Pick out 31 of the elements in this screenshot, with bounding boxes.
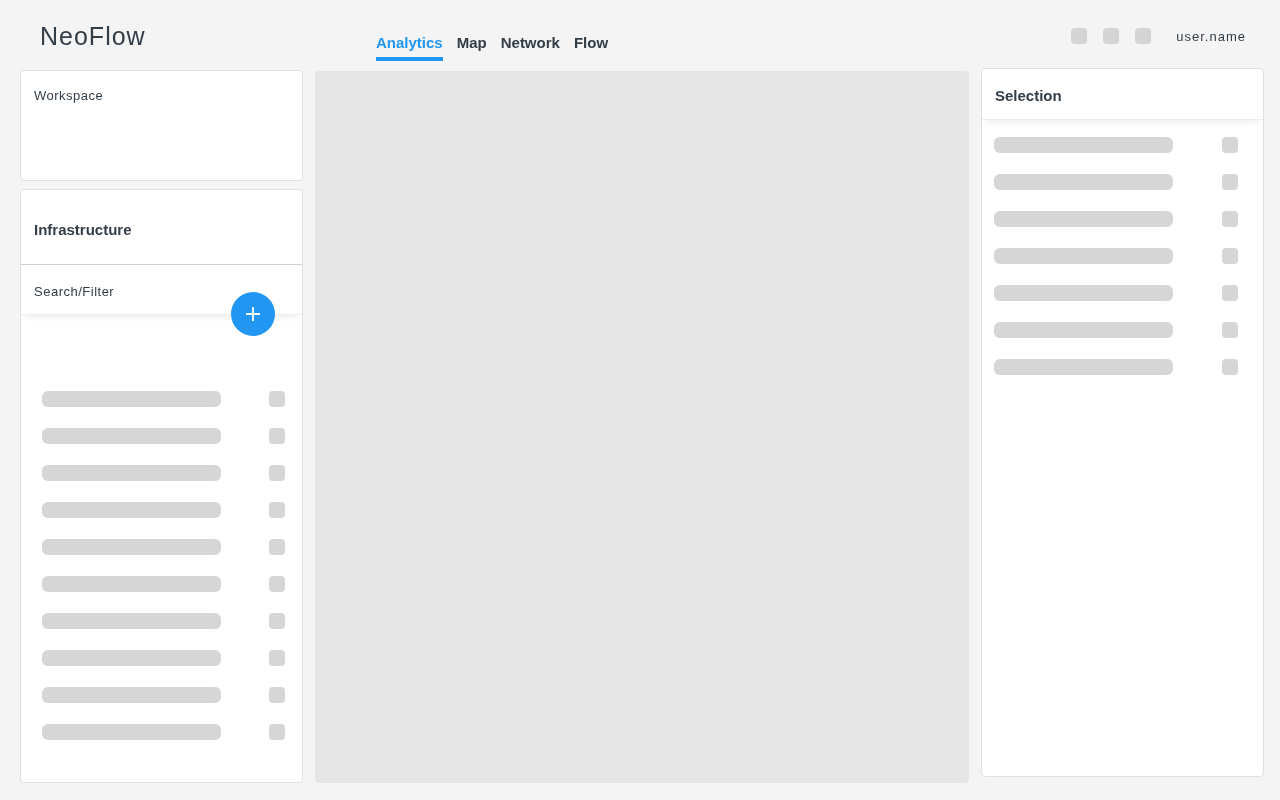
search-field[interactable]: Search/Filter — [34, 284, 214, 299]
placeholder-icon — [1222, 359, 1238, 375]
placeholder-icon — [269, 465, 285, 481]
app-logo: NeoFlow — [40, 22, 147, 51]
placeholder-icon — [1222, 174, 1238, 190]
placeholder-icon — [269, 613, 285, 629]
panel-title: Selection — [982, 69, 1263, 120]
placeholder-icon — [269, 502, 285, 518]
placeholder-icon — [1222, 137, 1238, 153]
placeholder-icon — [269, 650, 285, 666]
placeholder-icon — [269, 391, 285, 407]
placeholder-icon[interactable] — [1103, 28, 1120, 44]
placeholder-icon — [1222, 285, 1238, 301]
placeholder-icon — [1222, 211, 1238, 227]
nav-tab[interactable]: Map — [456, 34, 487, 61]
placeholder-icon — [269, 687, 285, 703]
placeholder-icon[interactable] — [1071, 28, 1088, 44]
nav-tab[interactable]: Flow — [573, 34, 609, 61]
placeholder-icon — [269, 539, 285, 555]
add-button[interactable] — [231, 292, 275, 336]
placeholder-icon — [269, 724, 285, 740]
user-name[interactable]: user.name — [1176, 28, 1246, 44]
placeholder-icon — [269, 576, 285, 592]
panel-title: Infrastructure — [21, 190, 302, 265]
placeholder-icon — [1222, 248, 1238, 264]
placeholder-icon — [269, 428, 285, 444]
panel-title: Workspace — [34, 88, 105, 103]
plus-icon — [245, 306, 261, 322]
nav-tab[interactable]: Network — [500, 34, 560, 61]
placeholder-icon[interactable] — [1135, 28, 1152, 44]
placeholder-icon — [1222, 322, 1238, 338]
